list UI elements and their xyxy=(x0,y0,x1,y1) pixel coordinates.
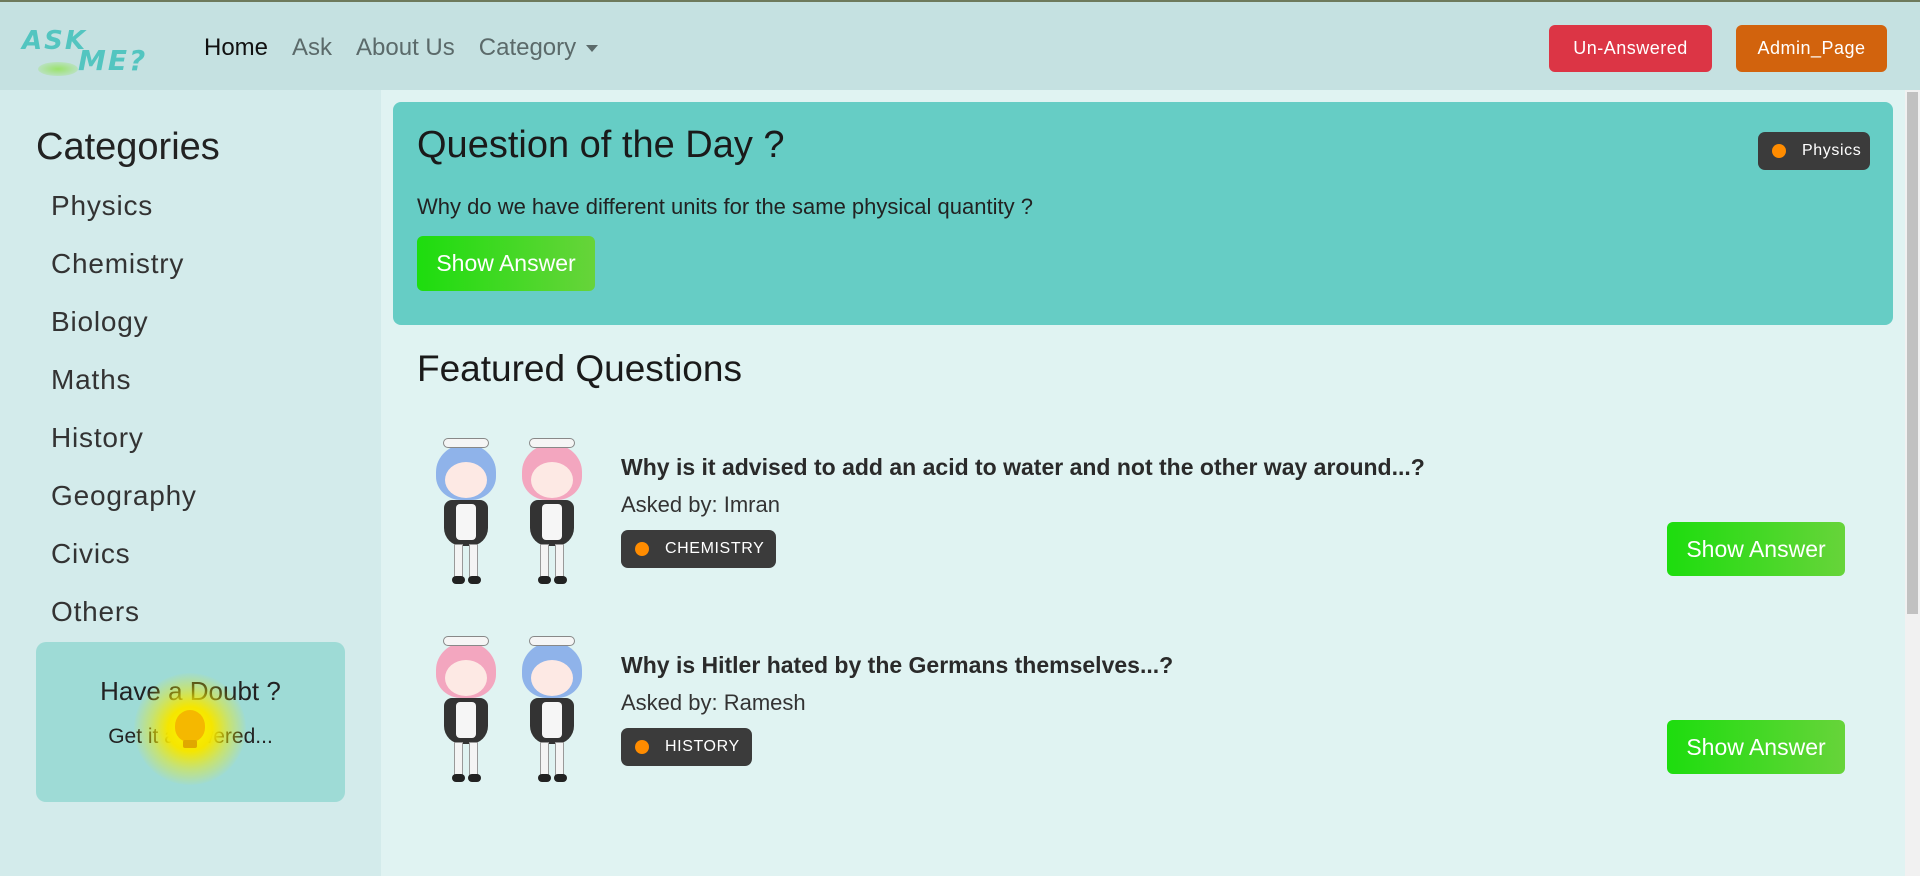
lightbulb-icon xyxy=(175,710,205,742)
nav-link-category-label: Category xyxy=(478,34,577,61)
featured-questions-title: Featured Questions xyxy=(417,348,742,389)
chibi-pink-avatar xyxy=(511,432,593,592)
admin-page-button[interactable]: Admin_Page xyxy=(1736,25,1887,72)
sidebar-item-maths[interactable]: Maths xyxy=(51,364,197,422)
face xyxy=(531,660,573,696)
avatar xyxy=(417,432,607,592)
asked-by: Asked by: Imran xyxy=(621,492,780,517)
sidebar-item-chemistry[interactable]: Chemistry xyxy=(51,248,197,306)
leg xyxy=(469,742,478,776)
qotd-badge-label: Physics xyxy=(1802,142,1862,159)
featured-question-item: Why is it advised to add an acid to wate… xyxy=(417,432,1845,602)
sidebar-item-geography[interactable]: Geography xyxy=(51,480,197,538)
shoe xyxy=(554,774,567,782)
chibi-blue-avatar xyxy=(511,630,593,790)
apron xyxy=(456,702,476,738)
shoe xyxy=(468,774,481,782)
show-answer-button[interactable]: Show Answer xyxy=(1667,522,1845,576)
unanswered-button[interactable]: Un-Answered xyxy=(1549,25,1712,72)
category-badge-label: CHEMISTRY xyxy=(665,540,765,557)
leg xyxy=(555,742,564,776)
logo-glow xyxy=(38,62,78,76)
chevron-down-icon xyxy=(586,45,599,53)
headband xyxy=(443,636,489,646)
chibi-pink-avatar xyxy=(425,630,507,790)
lightbulb-base xyxy=(183,740,197,748)
category-badge-label: HISTORY xyxy=(665,738,740,755)
leg xyxy=(555,544,564,578)
sidebar-item-civics[interactable]: Civics xyxy=(51,538,197,596)
shoe xyxy=(452,576,465,584)
featured-question-title[interactable]: Why is Hitler hated by the Germans thems… xyxy=(621,652,1173,679)
headband xyxy=(529,438,575,448)
logo-text-bottom: ME? xyxy=(78,44,148,77)
scrollbar-thumb[interactable] xyxy=(1907,92,1918,614)
leg xyxy=(540,742,549,776)
sidebar-item-physics[interactable]: Physics xyxy=(51,190,197,248)
qotd-category-badge: Physics xyxy=(1758,132,1870,170)
qotd-show-answer-button[interactable]: Show Answer xyxy=(417,236,595,291)
badge-dot-icon xyxy=(635,542,649,556)
leg xyxy=(454,742,463,776)
sidebar-item-history[interactable]: History xyxy=(51,422,197,480)
category-badge: CHEMISTRY xyxy=(621,530,777,568)
headband xyxy=(443,438,489,448)
featured-question-title[interactable]: Why is it advised to add an acid to wate… xyxy=(621,454,1425,481)
face xyxy=(445,462,487,498)
sidebar-item-biology[interactable]: Biology xyxy=(51,306,197,364)
apron xyxy=(456,504,476,540)
shoe xyxy=(554,576,567,584)
nav-link-home[interactable]: Home xyxy=(204,34,268,62)
shoe xyxy=(452,774,465,782)
navbar: ASK ME? Home Ask About Us Category Un-An… xyxy=(0,0,1920,90)
leg xyxy=(454,544,463,578)
shoe xyxy=(468,576,481,584)
leg xyxy=(469,544,478,578)
badge-dot-icon xyxy=(1772,144,1786,158)
nav-links: Home Ask About Us Category xyxy=(204,34,622,62)
badge-dot-icon xyxy=(635,740,649,754)
nav-link-about-us[interactable]: About Us xyxy=(356,34,455,62)
shoe xyxy=(538,774,551,782)
site-logo[interactable]: ASK ME? xyxy=(20,24,170,77)
nav-link-ask[interactable]: Ask xyxy=(292,34,332,62)
qotd-question: Why do we have different units for the s… xyxy=(417,194,1033,219)
asked-by: Asked by: Ramesh xyxy=(621,690,806,715)
nav-link-category[interactable]: Category xyxy=(478,34,599,62)
shoe xyxy=(538,576,551,584)
apron xyxy=(542,504,562,540)
qotd-title: Question of the Day ? xyxy=(417,124,785,166)
show-answer-button[interactable]: Show Answer xyxy=(1667,720,1845,774)
avatar xyxy=(417,630,607,790)
sidebar-title: Categories xyxy=(36,126,220,168)
category-list: Physics Chemistry Biology Maths History … xyxy=(51,190,197,654)
category-badge: HISTORY xyxy=(621,728,752,766)
headband xyxy=(529,636,575,646)
leg xyxy=(540,544,549,578)
face xyxy=(531,462,573,498)
question-of-the-day-card: Question of the Day ? Physics Why do we … xyxy=(393,102,1893,325)
face xyxy=(445,660,487,696)
apron xyxy=(542,702,562,738)
chibi-blue-avatar xyxy=(425,432,507,592)
featured-question-item: Why is Hitler hated by the Germans thems… xyxy=(417,630,1845,800)
